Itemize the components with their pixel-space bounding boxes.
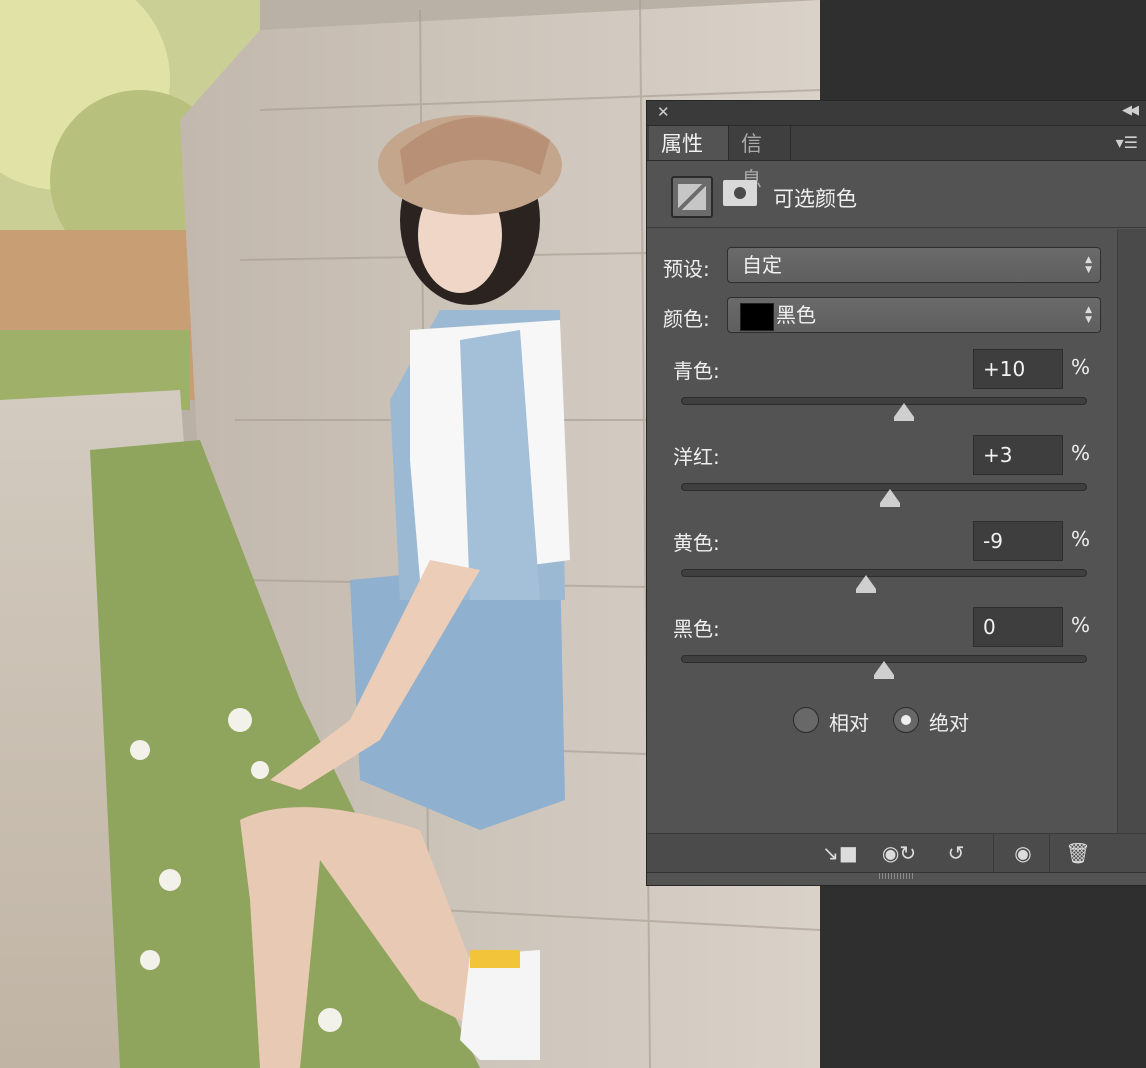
layer-mask-icon[interactable]	[723, 180, 757, 206]
slider-value-input-cyan[interactable]: +10	[973, 349, 1063, 389]
reset-icon[interactable]: ↺	[939, 840, 973, 866]
radio-absolute[interactable]	[893, 707, 919, 733]
slider-thumb-cyan[interactable]	[894, 403, 915, 421]
radio-absolute-label[interactable]: 绝对	[929, 707, 969, 736]
properties-panel: ✕ ◀◀ 属性 信息 ▾☰ 可选颜色 预设: 自定 ▲▼ 颜色: 黑色 ▲▼ 青…	[646, 100, 1146, 886]
toolbar-divider	[993, 834, 994, 872]
updown-arrows-icon: ▲ ▼	[1085, 255, 1092, 275]
tab-properties[interactable]: 属性	[649, 126, 729, 160]
slider-label-cyan: 青色:	[673, 359, 720, 383]
updown-arrows-icon: ▲ ▼	[1085, 305, 1092, 325]
panel-tabbar: 属性 信息 ▾☰	[647, 126, 1146, 192]
slider-track-yellow[interactable]	[681, 569, 1087, 577]
panel-scrollbar[interactable]	[1117, 229, 1146, 833]
visibility-eye-icon[interactable]: ◉	[1005, 840, 1041, 866]
tab-info[interactable]: 信息	[729, 126, 791, 192]
percent-unit: %	[1071, 527, 1091, 551]
color-swatch	[740, 303, 774, 331]
preset-dropdown[interactable]: 自定 ▲ ▼	[727, 247, 1101, 283]
slider-value-input-magenta[interactable]: +3	[973, 435, 1063, 475]
percent-unit: %	[1071, 613, 1091, 637]
slider-thumb-yellow[interactable]	[855, 575, 876, 593]
resize-grip[interactable]	[879, 873, 915, 879]
view-previous-state-icon[interactable]: ◉↻	[879, 840, 919, 866]
radio-relative[interactable]	[793, 707, 819, 733]
double-chevron-icon[interactable]: ◀◀	[1122, 103, 1139, 118]
close-icon[interactable]: ✕	[657, 103, 670, 121]
slider-label-black: 黑色:	[673, 617, 720, 641]
adjustment-header: 可选颜色	[647, 161, 1146, 228]
toolbar-divider	[1049, 834, 1050, 872]
percent-unit: %	[1071, 355, 1091, 379]
slider-label-magenta: 洋红:	[673, 445, 720, 469]
panel-menu-icon[interactable]: ▾☰	[1116, 133, 1138, 152]
slider-track-cyan[interactable]	[681, 397, 1087, 405]
trash-icon[interactable]: 🗑	[1061, 840, 1095, 866]
colors-dropdown[interactable]: 黑色 ▲ ▼	[727, 297, 1101, 333]
slider-thumb-magenta[interactable]	[880, 489, 901, 507]
colors-label: 颜色:	[663, 307, 710, 331]
radio-relative-label[interactable]: 相对	[829, 707, 869, 736]
slider-value-input-yellow[interactable]: -9	[973, 521, 1063, 561]
clip-to-layer-icon[interactable]: ↘■	[821, 840, 859, 866]
preset-label: 预设:	[663, 257, 710, 281]
selective-color-adjustment-icon[interactable]	[671, 176, 713, 218]
slider-value-input-black[interactable]: 0	[973, 607, 1063, 647]
adjustment-title: 可选颜色	[773, 187, 857, 211]
colors-value: 黑色	[776, 303, 816, 327]
panel-bottom-toolbar: ↘■ ◉↻ ↺ ◉ 🗑	[647, 833, 1146, 873]
slider-label-yellow: 黄色:	[673, 531, 720, 555]
preset-value: 自定	[742, 253, 782, 277]
slider-thumb-black[interactable]	[874, 661, 894, 679]
panel-titlebar[interactable]: ✕ ◀◀	[647, 101, 1146, 126]
percent-unit: %	[1071, 441, 1091, 465]
